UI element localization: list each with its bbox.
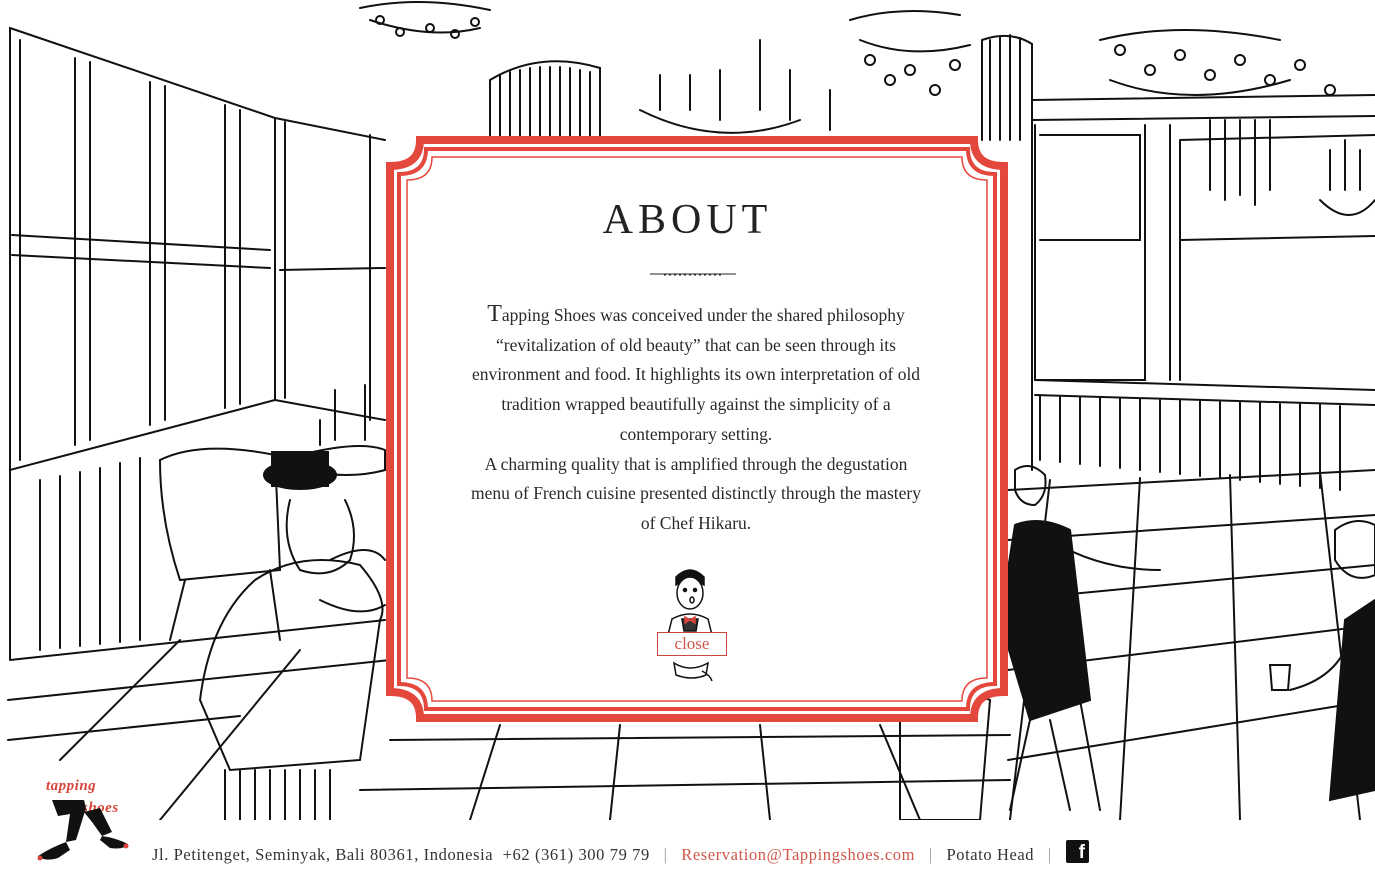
close-button[interactable]: close — [657, 632, 727, 656]
about-title: ABOUT — [602, 197, 773, 243]
left-wall-top-edge — [9, 26, 276, 472]
tapping-shoes-logo[interactable]: tapping shoes — [30, 778, 140, 866]
footer-separator: | — [663, 845, 668, 864]
about-paragraph-1-text: apping Shoes was conceived under the sha… — [471, 305, 921, 444]
footer-address: Jl. Petitenget, Seminyak, Bali 80361, In… — [152, 845, 494, 864]
footer-separator: | — [1047, 845, 1052, 864]
title-ornament-rule — [650, 273, 736, 276]
footer-info-line: Jl. Petitenget, Seminyak, Bali 80361, In… — [152, 840, 1089, 865]
about-paragraph-2: A charming quality that is amplified thr… — [470, 453, 922, 533]
reservation-email-link[interactable]: Reservation@Tappingshoes.com — [681, 845, 915, 864]
logo-legs-icon — [37, 800, 129, 861]
footer-phone: +62 (361) 300 79 79 — [502, 845, 650, 864]
footer-separator: | — [928, 845, 933, 864]
about-paragraph-1: Tapping Shoes was conceived under the sh… — [470, 300, 922, 450]
facebook-icon[interactable]: f — [1065, 840, 1089, 863]
about-text: Tapping Shoes was conceived under the sh… — [470, 300, 922, 539]
drop-letter: T — [487, 301, 502, 327]
potato-head-link[interactable]: Potato Head — [946, 845, 1034, 864]
close-mascot-icon[interactable] — [652, 563, 728, 685]
